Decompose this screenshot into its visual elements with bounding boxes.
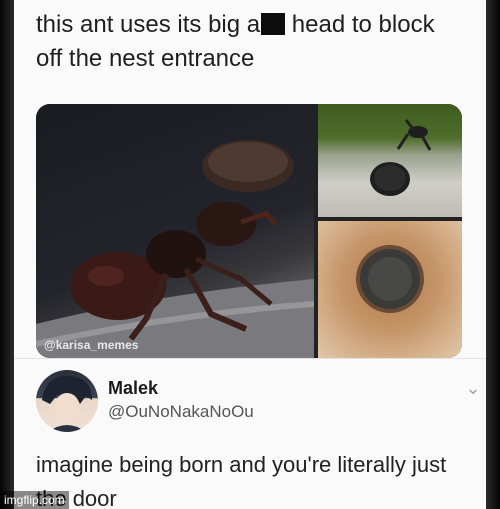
avatar[interactable] [36,370,98,432]
caption-line1-start: this ant uses its big a [36,11,261,38]
plugged-nest-illustration [356,245,424,313]
photo-collage[interactable]: @karisa_memes [36,104,462,358]
right-bezel [486,0,500,509]
post-caption: this ant uses its big a head to block of… [36,8,476,76]
avatar-illustration [42,375,92,432]
nest-ant-illustration [370,119,432,196]
chevron-down-icon[interactable]: ⌄ [462,378,484,398]
nest-entrance-photo-top [318,104,462,217]
ant-illustration [36,140,315,358]
tweet-author-name[interactable]: Malek [108,378,158,399]
photo-watermark: @karisa_memes [44,338,139,352]
post-card: this ant uses its big a head to block of… [14,0,486,509]
divider [14,358,486,359]
tweet-text: imagine being born and you're literally … [36,452,447,509]
tweet-author-handle[interactable]: @OuNoNakaNoOu [108,402,254,422]
nest-entrance-photo-bottom [318,221,462,358]
caption-line2: off the nest entrance [36,45,255,72]
caption-line1-end: head to block [285,11,435,38]
imgflip-watermark: imgflip.com [0,491,69,509]
redaction-box [261,13,286,35]
ant-closeup-photo: @karisa_memes [36,104,315,358]
left-bezel [0,0,14,509]
